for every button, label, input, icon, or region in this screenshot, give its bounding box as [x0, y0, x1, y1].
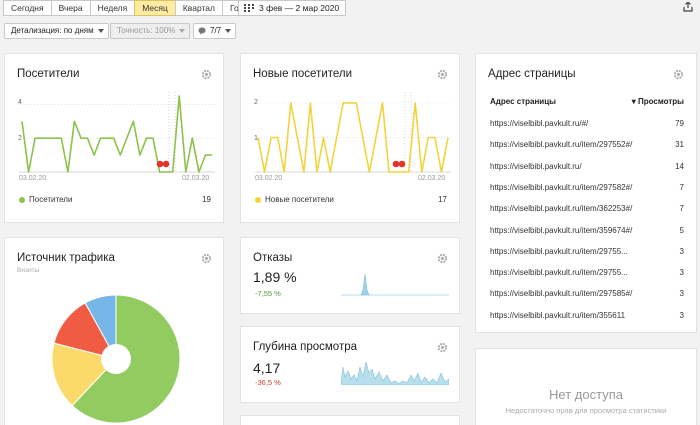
series-line [257, 102, 449, 173]
series-line [21, 95, 212, 173]
table-row-url[interactable]: https://viselbibl.pavkult.ru/item/297582… [490, 183, 632, 192]
period-yesterday-button[interactable]: Вчера [50, 0, 91, 16]
table-row-url[interactable]: https://viselbibl.pavkult.ru/item/362253… [490, 204, 632, 213]
metric-delta: -36,5 % [255, 378, 281, 387]
traffic-source-widget: Источник трафика Визиты [4, 237, 224, 425]
column-header-url[interactable]: Адрес страницы [490, 97, 556, 106]
widget-title: Отказы [253, 252, 293, 264]
segments-dropdown[interactable]: 7/7 [193, 23, 237, 39]
visitors-line-chart [19, 92, 215, 173]
detail-label: Детализация: по дням [11, 26, 94, 35]
table-row-url[interactable]: https://viselbibl.pavkult.ru/item/355611 [490, 311, 625, 320]
widget-title: Источник трафика [17, 252, 115, 264]
table-row-views: 31 [675, 140, 684, 150]
visitors-widget: Посетители 4 2 03.02.20 02.03.20 Посетит… [4, 53, 224, 223]
no-access-widget: Нет доступа Недостаточно прав для просмо… [475, 348, 697, 425]
depth-widget: Глубина просмотра 4,17 -36,5 % [240, 326, 460, 403]
table-row-url[interactable]: https://viselbibl.pavkult.ru/item/297552… [490, 140, 632, 149]
table-row-url[interactable]: https://viselbibl.pavkult.ru/item/29755.… [490, 268, 628, 277]
legend-total: 19 [202, 195, 211, 204]
legend-dot [19, 197, 25, 203]
metric-value: 4,17 [253, 360, 281, 376]
widget-title: Новые посетители [253, 68, 353, 80]
segments-label: 7/7 [210, 26, 222, 35]
metric-delta: -7,55 % [255, 289, 281, 298]
gear-icon[interactable] [437, 253, 448, 264]
table-row-views: 3 [679, 310, 684, 320]
legend-label: Новые посетители [265, 195, 334, 204]
table-row-url[interactable]: https://viselbibl.pavkult.ru/#/ [490, 119, 588, 128]
chevron-down-icon [97, 29, 104, 33]
table-row-views: 14 [675, 161, 684, 171]
no-access-message: Недостаточно прав для просмотра статисти… [505, 406, 667, 415]
metric-value: 1,89 % [253, 269, 297, 285]
column-header-views[interactable]: ▾ Просмотры [632, 97, 684, 106]
widget-subtitle: Визиты [17, 267, 40, 274]
bounce-widget: Отказы 1,89 % -7,55 % [240, 237, 460, 314]
widget-title: Глубина просмотра [253, 341, 357, 353]
widget-title: Адрес страницы [488, 68, 576, 80]
chevron-down-icon [225, 29, 232, 33]
new-visitors-line-chart [255, 92, 451, 173]
page-address-widget: Адрес страницы Адрес страницы ▾ Просмотр… [475, 53, 697, 333]
event-marker-icon [392, 160, 400, 168]
table-row-views: 5 [679, 225, 684, 235]
calendar-grid-icon [244, 4, 254, 12]
x-tick: 02.03.20 [418, 175, 446, 182]
period-week-button[interactable]: Неделя [89, 0, 136, 16]
x-tick: 03.02.20 [255, 175, 283, 182]
legend-label: Посетители [29, 195, 73, 204]
x-tick: 02.03.20 [182, 175, 210, 182]
gear-icon[interactable] [437, 342, 448, 353]
period-quarter-button[interactable]: Квартал [174, 0, 223, 16]
table-row-url[interactable]: https://viselbibl.pavkult.ru/item/359674… [490, 226, 632, 235]
depth-sparkline [341, 361, 449, 385]
donut-hole [101, 344, 131, 374]
x-tick: 03.02.20 [19, 175, 47, 182]
table-row-views: 7 [679, 204, 684, 214]
new-visitors-widget: Новые посетители 2 1 03.02.20 02.03.20 Н… [240, 53, 460, 223]
event-marker-icon [398, 160, 406, 168]
table-row-views: 7 [679, 182, 684, 192]
partial-widget [240, 415, 460, 425]
gear-icon[interactable] [201, 253, 212, 264]
date-range-label: 3 фев — 2 мар 2020 [259, 3, 340, 13]
period-selector: Сегодня Вчера Неделя Месяц Квартал Год [3, 0, 252, 16]
bounce-sparkline [341, 273, 449, 296]
gear-icon[interactable] [201, 69, 212, 80]
accuracy-label: Точность: 100% [117, 26, 176, 35]
date-range-button[interactable]: 3 фев — 2 мар 2020 [238, 0, 347, 16]
legend-total: 17 [438, 195, 447, 204]
export-icon[interactable] [683, 2, 693, 12]
period-month-button[interactable]: Месяц [134, 0, 176, 16]
table-row-url[interactable]: https://viselbibl.pavkult.ru/item/29755.… [490, 247, 628, 256]
table-row-url[interactable]: https://viselbibl.pavkult.ru/ [490, 162, 582, 171]
no-access-title: Нет доступа [549, 387, 623, 402]
gear-icon[interactable] [437, 69, 448, 80]
table-row-views: 3 [679, 246, 684, 256]
chevron-down-icon [179, 29, 186, 33]
traffic-pie-chart [51, 294, 181, 424]
legend-dot [255, 197, 261, 203]
detail-dropdown[interactable]: Детализация: по дням [4, 23, 109, 39]
table-row-views: 3 [679, 289, 684, 299]
table-row-url[interactable]: https://viselbibl.pavkult.ru/item/297585… [490, 289, 632, 298]
gear-icon[interactable] [673, 69, 684, 80]
accuracy-dropdown[interactable]: Точность: 100% [110, 23, 191, 39]
table-row-views: 79 [675, 119, 684, 128]
widget-title: Посетители [17, 68, 80, 80]
table-row-views: 3 [679, 268, 684, 278]
period-today-button[interactable]: Сегодня [3, 0, 52, 16]
speech-bubble-icon [198, 27, 206, 35]
event-marker-icon [156, 160, 164, 168]
event-marker-icon [162, 160, 170, 168]
